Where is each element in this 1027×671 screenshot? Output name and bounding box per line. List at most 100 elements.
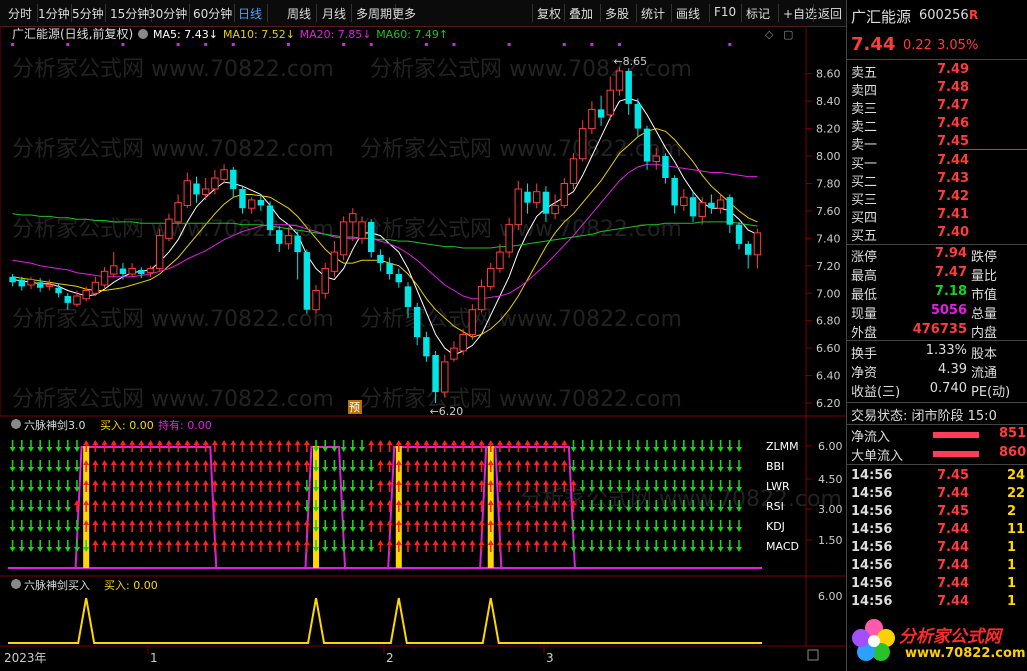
down-arrow <box>616 460 623 472</box>
ask-label: 卖二 <box>851 120 878 135</box>
up-arrow <box>285 460 292 472</box>
logo-url: www.70822.com <box>905 646 1026 661</box>
candle <box>9 274 16 287</box>
toolbar-divider <box>813 4 814 22</box>
tick-time: 14:56 <box>851 522 893 537</box>
up-arrow <box>432 500 439 512</box>
down-arrow <box>662 460 669 472</box>
down-arrow <box>322 520 329 532</box>
down-arrow <box>9 520 16 532</box>
candle <box>183 172 192 209</box>
down-arrow <box>349 460 356 472</box>
candle <box>110 252 118 277</box>
chart-area[interactable]: 分析家公式网 www.70822.com 分析家公式网 www.70822.com… <box>0 26 846 671</box>
period-tab-10[interactable]: 更多 <box>392 5 416 22</box>
down-arrow <box>634 520 641 532</box>
up-arrow <box>184 500 191 512</box>
last-price: 7.44 <box>851 34 896 55</box>
down-arrow <box>27 440 34 452</box>
up-arrow <box>294 500 301 512</box>
down-arrow <box>27 500 34 512</box>
tool-button-3[interactable]: 统计 <box>641 5 665 22</box>
up-arrow <box>414 520 421 532</box>
signal-dot <box>204 43 208 46</box>
tool-button-8[interactable]: 返回 <box>818 5 842 22</box>
signal-dot <box>424 43 428 46</box>
period-tab-6[interactable]: 日线 <box>238 5 262 22</box>
up-arrow <box>257 500 264 512</box>
watermark: 分析家公式网 www.70822.com <box>12 387 334 412</box>
up-arrow <box>129 480 136 492</box>
period-tab-9[interactable]: 多周期 <box>356 5 392 22</box>
candle <box>201 178 210 200</box>
period-tab-0[interactable]: 分时 <box>8 5 32 22</box>
ask-label: 卖一 <box>851 138 878 153</box>
up-arrow <box>414 480 421 492</box>
up-arrow <box>92 460 99 472</box>
stat-value: 7.47 <box>934 265 967 280</box>
tool-button-7[interactable]: +自选 <box>783 5 817 22</box>
up-arrow <box>138 540 145 552</box>
period-tab-8[interactable]: 月线 <box>322 5 346 22</box>
down-arrow <box>607 460 614 472</box>
up-arrow <box>294 440 301 452</box>
down-arrow <box>9 480 16 492</box>
toolbar-divider <box>532 4 533 22</box>
candle <box>230 167 237 198</box>
down-arrow <box>653 540 660 552</box>
period-tab-4[interactable]: 30分钟 <box>148 5 187 22</box>
up-arrow <box>469 480 476 492</box>
stat-right-label: 总量 <box>971 307 998 322</box>
period-tab-1[interactable]: 1分钟 <box>38 5 70 22</box>
up-arrow <box>175 540 182 552</box>
stock-name: 广汇能源 <box>851 8 912 26</box>
up-arrow <box>432 460 439 472</box>
up-arrow <box>404 540 411 552</box>
down-arrow <box>662 440 669 452</box>
tool-button-5[interactable]: F10 <box>714 5 736 19</box>
period-tab-3[interactable]: 15分钟 <box>110 5 149 22</box>
price-tick-label: 7.00 <box>816 287 841 300</box>
tool-button-2[interactable]: 多股 <box>605 5 629 22</box>
up-arrow <box>267 480 274 492</box>
down-arrow <box>331 520 338 532</box>
down-arrow <box>699 520 706 532</box>
flower-logo-icon <box>852 619 895 661</box>
up-arrow <box>469 540 476 552</box>
up-arrow <box>156 480 163 492</box>
down-arrow <box>699 440 706 452</box>
down-arrow <box>644 440 651 452</box>
tool-button-6[interactable]: 标记 <box>746 5 770 22</box>
tick-volume: 24 <box>1007 468 1026 483</box>
up-arrow <box>193 460 200 472</box>
bid-price: 7.40 <box>937 225 970 240</box>
candle <box>716 194 725 214</box>
logo-text: 分析家公式网 <box>899 627 1001 647</box>
tool-button-4[interactable]: 画线 <box>676 5 700 22</box>
down-arrow <box>359 480 366 492</box>
down-arrow <box>588 440 595 452</box>
down-arrow <box>340 440 347 452</box>
tick-time: 14:56 <box>851 468 893 483</box>
down-arrow <box>634 540 641 552</box>
up-arrow <box>156 500 163 512</box>
down-arrow <box>64 500 71 512</box>
up-arrow <box>175 480 182 492</box>
indicator-row-label: LWR <box>766 480 790 493</box>
netflow-value: 851 <box>999 426 1027 441</box>
divider <box>847 244 1027 245</box>
tick-price: 7.44 <box>937 594 970 609</box>
period-tab-2[interactable]: 5分钟 <box>72 5 104 22</box>
down-arrow <box>736 460 743 472</box>
up-arrow <box>368 500 375 512</box>
up-arrow <box>303 440 310 452</box>
down-arrow <box>671 540 678 552</box>
down-arrow <box>64 460 71 472</box>
tool-button-1[interactable]: 叠加 <box>569 5 593 22</box>
period-tab-5[interactable]: 60分钟 <box>193 5 232 22</box>
period-tab-7[interactable]: 周线 <box>287 5 311 22</box>
stat-right-label: 流通 <box>971 366 998 381</box>
settings-icon <box>138 29 148 39</box>
tool-button-0[interactable]: 复权 <box>537 5 561 22</box>
up-arrow <box>276 480 283 492</box>
